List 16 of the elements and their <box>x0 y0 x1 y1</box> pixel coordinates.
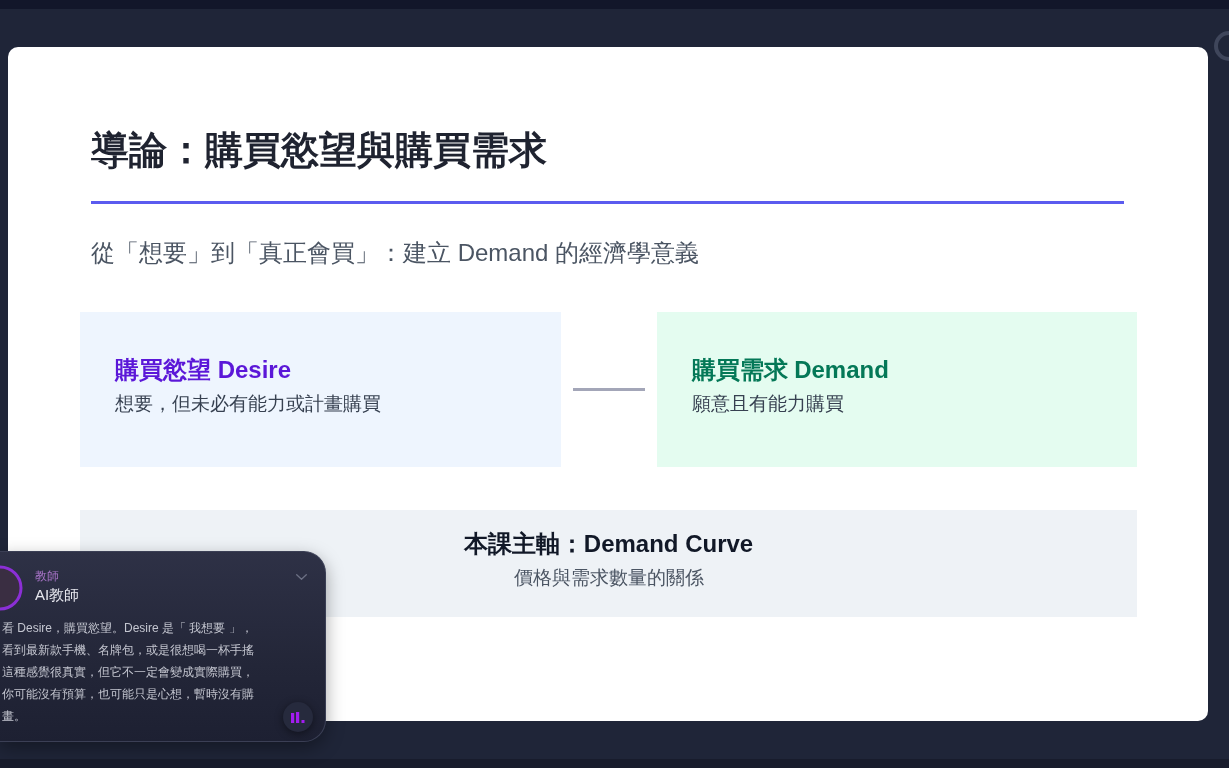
slide-title: 導論：購買慾望與購買需求 <box>91 128 547 173</box>
role-label: 教師 <box>35 568 59 584</box>
audio-bars-icon <box>291 711 305 723</box>
concept-heading: 購買需求 Demand <box>691 355 889 385</box>
avatar-icon <box>0 565 23 611</box>
focus-caption: 價格與需求數量的關係 <box>513 566 704 590</box>
message-text: 看 Desire，購買慾望。Desire 是「 我想要 」， 看到最新款手機、名牌包，或是很想喝一杯手搖 這種感覺很真實，但它不一定會變成實際購買， 你可能沒有預算，也可能只是心想，暫時沒有購 畫。 <box>2 620 254 725</box>
slide-subtitle: 從「想要」到「真正會買」：建立 Demand 的經濟學意義 <box>91 238 700 268</box>
focus-heading: 本課主軸：Demand Curve <box>463 529 754 559</box>
concept-description: 想要，但未必有能力或計畫購買 <box>115 392 381 416</box>
ring-icon <box>1212 30 1229 62</box>
tutor-name: AI教師 <box>35 585 80 605</box>
concept-description: 願意且有能力購買 <box>691 392 844 416</box>
voice-button[interactable] <box>283 702 313 732</box>
chevron-down-icon[interactable] <box>296 574 307 580</box>
concept-heading: 購買慾望 Desire <box>115 355 292 385</box>
